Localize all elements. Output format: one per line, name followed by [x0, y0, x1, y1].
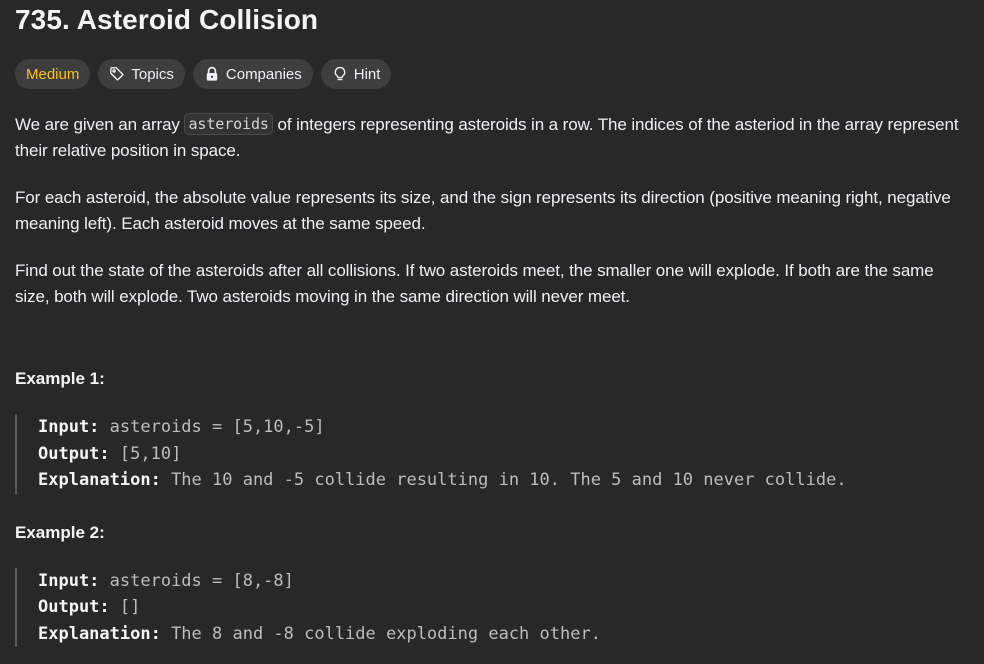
- tag-icon: [110, 67, 125, 81]
- problem-statement: We are given an array asteroids of integ…: [15, 112, 969, 310]
- example-2-block: Input: asteroids = [8,-8] Output: [] Exp…: [15, 567, 969, 648]
- lightbulb-icon: [334, 66, 346, 81]
- difficulty-label: Medium: [26, 65, 80, 83]
- description-paragraph-3: Find out the state of the asteroids afte…: [15, 261, 934, 306]
- lock-icon: [206, 66, 218, 81]
- explanation-value: The 8 and -8 collide exploding each othe…: [160, 623, 601, 644]
- description-p1-text-start: We are given an array: [15, 115, 185, 134]
- hint-label: Hint: [353, 65, 381, 83]
- companies-button[interactable]: Companies: [192, 59, 313, 89]
- input-label: Input:: [38, 417, 100, 437]
- output-label: Output:: [38, 443, 110, 464]
- example-2-explanation-row: Explanation: The 8 and -8 collide explod…: [38, 621, 969, 648]
- example-1-explanation-row: Explanation: The 10 and -5 collide resul…: [38, 467, 969, 494]
- example-2-input-row: Input: asteroids = [8,-8]: [38, 568, 969, 595]
- output-value: [5,10]: [109, 443, 182, 464]
- explanation-value: The 10 and -5 collide resulting in 10. T…: [160, 470, 847, 490]
- problem-description-panel: 735. Asteroid Collision Medium Topics Co…: [0, 0, 984, 647]
- input-label: Input:: [38, 570, 100, 591]
- topics-button[interactable]: Topics: [98, 59, 185, 89]
- example-1-title: Example 1:: [15, 369, 105, 388]
- example-2-output-row: Output: []: [38, 594, 969, 621]
- example-1-input-row: Input: asteroids = [5,10,-5]: [38, 414, 969, 441]
- topics-label: Topics: [131, 65, 174, 83]
- description-paragraph-2: For each asteroid, the absolute value re…: [15, 188, 951, 233]
- example-1-block: Input: asteroids = [5,10,-5] Output: [5,…: [15, 414, 969, 494]
- explanation-label: Explanation:: [38, 623, 161, 644]
- tag-bar: Medium Topics Companies Hint: [15, 59, 969, 89]
- input-value: asteroids = [5,10,-5]: [99, 417, 325, 437]
- companies-label: Companies: [225, 65, 302, 83]
- output-value: []: [109, 597, 141, 617]
- inline-code-asteroids: asteroids: [184, 113, 273, 135]
- input-value: asteroids = [8,-8]: [99, 570, 294, 591]
- description-paragraph-1: We are given an array asteroids of integ…: [15, 112, 969, 164]
- example-1-output-row: Output: [5,10]: [38, 441, 969, 468]
- hint-button[interactable]: Hint: [320, 59, 392, 89]
- problem-title[interactable]: 735. Asteroid Collision: [15, 0, 969, 37]
- difficulty-badge: Medium: [15, 59, 91, 89]
- explanation-label: Explanation:: [38, 470, 161, 490]
- output-label: Output:: [38, 597, 110, 617]
- example-2-title: Example 2:: [15, 522, 105, 542]
